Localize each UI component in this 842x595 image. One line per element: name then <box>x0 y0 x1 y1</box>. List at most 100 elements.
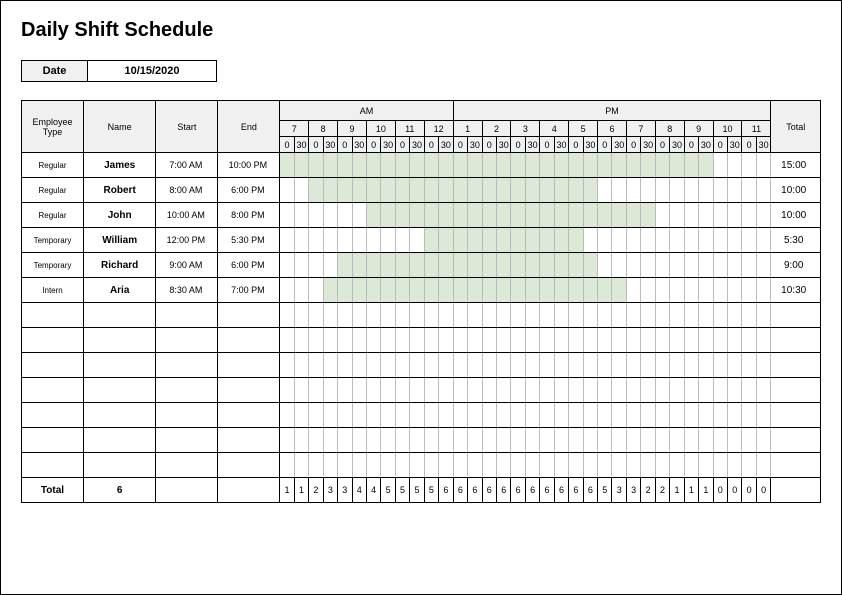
time-slot[interactable] <box>525 178 539 203</box>
time-slot[interactable] <box>309 278 323 303</box>
time-slot[interactable] <box>554 253 568 278</box>
time-slot[interactable] <box>496 328 510 353</box>
time-slot[interactable] <box>395 378 409 403</box>
time-slot[interactable] <box>453 453 467 478</box>
time-slot[interactable] <box>482 428 496 453</box>
time-slot[interactable] <box>569 303 583 328</box>
time-slot[interactable] <box>598 453 612 478</box>
time-slot[interactable] <box>410 278 424 303</box>
time-slot[interactable] <box>395 328 409 353</box>
time-slot[interactable] <box>280 178 294 203</box>
time-slot[interactable] <box>756 453 771 478</box>
time-slot[interactable] <box>280 353 294 378</box>
time-slot[interactable] <box>280 303 294 328</box>
time-slot[interactable] <box>655 303 669 328</box>
time-slot[interactable] <box>439 303 454 328</box>
time-slot[interactable] <box>699 278 713 303</box>
time-slot[interactable] <box>366 328 380 353</box>
time-slot[interactable] <box>727 203 741 228</box>
time-slot[interactable] <box>338 378 352 403</box>
time-slot[interactable] <box>294 303 308 328</box>
employee-name[interactable]: Robert <box>84 178 156 203</box>
employee-type[interactable] <box>22 403 84 428</box>
start-time[interactable] <box>156 428 218 453</box>
time-slot[interactable] <box>323 153 337 178</box>
start-time[interactable]: 10:00 AM <box>156 203 218 228</box>
time-slot[interactable] <box>453 378 467 403</box>
time-slot[interactable] <box>583 278 597 303</box>
time-slot[interactable] <box>727 328 741 353</box>
time-slot[interactable] <box>699 453 713 478</box>
time-slot[interactable] <box>280 378 294 403</box>
time-slot[interactable] <box>756 428 771 453</box>
time-slot[interactable] <box>338 228 352 253</box>
start-time[interactable] <box>156 378 218 403</box>
time-slot[interactable] <box>540 278 554 303</box>
time-slot[interactable] <box>366 353 380 378</box>
time-slot[interactable] <box>338 253 352 278</box>
time-slot[interactable] <box>294 228 308 253</box>
time-slot[interactable] <box>612 153 626 178</box>
time-slot[interactable] <box>727 378 741 403</box>
time-slot[interactable] <box>540 178 554 203</box>
time-slot[interactable] <box>684 403 698 428</box>
time-slot[interactable] <box>395 453 409 478</box>
time-slot[interactable] <box>511 153 525 178</box>
time-slot[interactable] <box>294 278 308 303</box>
time-slot[interactable] <box>366 428 380 453</box>
time-slot[interactable] <box>641 403 655 428</box>
time-slot[interactable] <box>540 303 554 328</box>
time-slot[interactable] <box>626 453 640 478</box>
time-slot[interactable] <box>482 178 496 203</box>
time-slot[interactable] <box>309 403 323 428</box>
time-slot[interactable] <box>554 328 568 353</box>
time-slot[interactable] <box>410 153 424 178</box>
time-slot[interactable] <box>598 403 612 428</box>
time-slot[interactable] <box>381 303 395 328</box>
end-time[interactable]: 6:00 PM <box>218 253 280 278</box>
employee-type[interactable] <box>22 353 84 378</box>
time-slot[interactable] <box>756 203 771 228</box>
time-slot[interactable] <box>670 278 684 303</box>
time-slot[interactable] <box>699 328 713 353</box>
employee-name[interactable] <box>84 453 156 478</box>
time-slot[interactable] <box>756 403 771 428</box>
time-slot[interactable] <box>352 303 366 328</box>
time-slot[interactable] <box>641 253 655 278</box>
employee-name[interactable]: William <box>84 228 156 253</box>
time-slot[interactable] <box>323 203 337 228</box>
time-slot[interactable] <box>366 253 380 278</box>
time-slot[interactable] <box>424 328 438 353</box>
time-slot[interactable] <box>323 428 337 453</box>
time-slot[interactable] <box>583 453 597 478</box>
time-slot[interactable] <box>323 278 337 303</box>
time-slot[interactable] <box>453 228 467 253</box>
time-slot[interactable] <box>468 153 482 178</box>
time-slot[interactable] <box>468 203 482 228</box>
time-slot[interactable] <box>699 253 713 278</box>
time-slot[interactable] <box>670 328 684 353</box>
time-slot[interactable] <box>612 253 626 278</box>
time-slot[interactable] <box>612 428 626 453</box>
time-slot[interactable] <box>554 378 568 403</box>
employee-type[interactable] <box>22 453 84 478</box>
time-slot[interactable] <box>439 378 454 403</box>
time-slot[interactable] <box>366 203 380 228</box>
time-slot[interactable] <box>424 153 438 178</box>
time-slot[interactable] <box>756 378 771 403</box>
time-slot[interactable] <box>511 228 525 253</box>
time-slot[interactable] <box>366 378 380 403</box>
time-slot[interactable] <box>554 353 568 378</box>
employee-type[interactable]: Regular <box>22 153 84 178</box>
time-slot[interactable] <box>395 253 409 278</box>
time-slot[interactable] <box>352 153 366 178</box>
time-slot[interactable] <box>756 178 771 203</box>
time-slot[interactable] <box>381 203 395 228</box>
time-slot[interactable] <box>554 453 568 478</box>
end-time[interactable] <box>218 428 280 453</box>
time-slot[interactable] <box>583 178 597 203</box>
time-slot[interactable] <box>468 278 482 303</box>
time-slot[interactable] <box>280 453 294 478</box>
time-slot[interactable] <box>439 328 454 353</box>
time-slot[interactable] <box>381 428 395 453</box>
